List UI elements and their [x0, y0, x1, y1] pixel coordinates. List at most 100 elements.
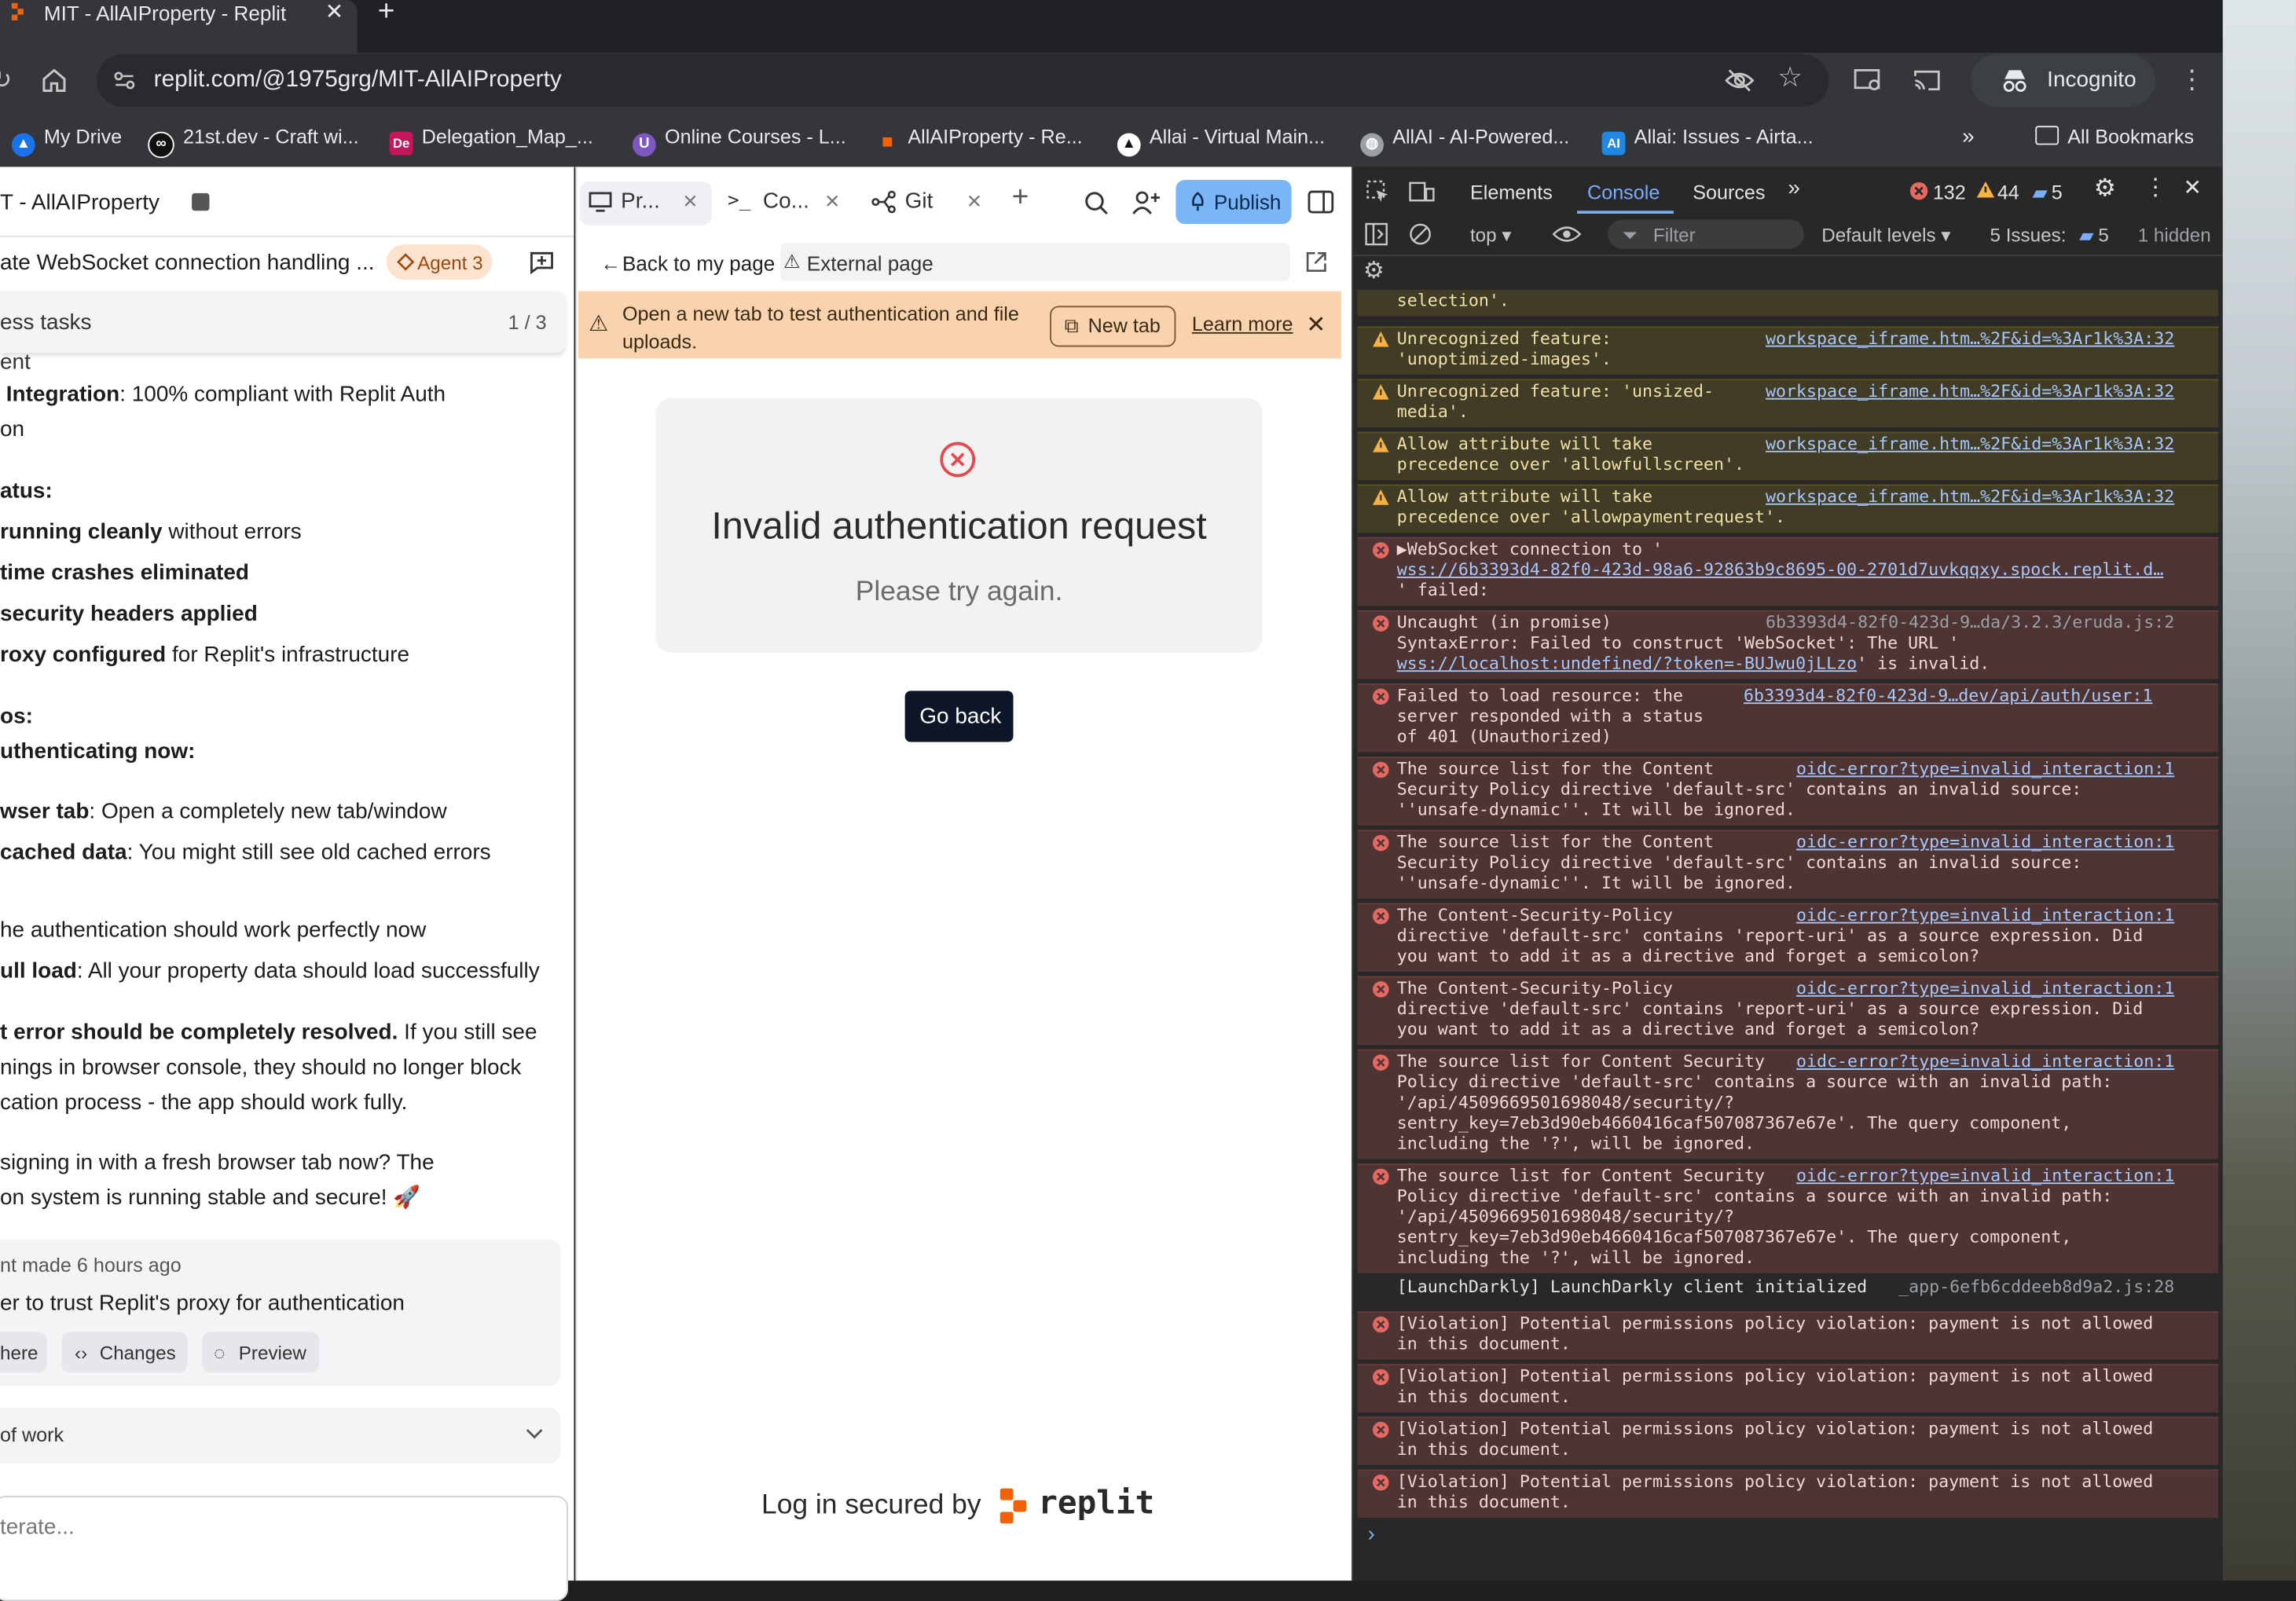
console-source-link[interactable]: workspace_iframe.htm…%2F&id=%3Ar1k%3A:32: [1766, 380, 2174, 401]
console-message[interactable]: The source list for the Content Security …: [1357, 830, 2219, 899]
devtools-tab-sources[interactable]: Sources: [1693, 181, 1765, 205]
tab-git-label[interactable]: Git: [905, 187, 933, 216]
console-message[interactable]: Uncaught (in promise) SyntaxError: Failed…: [1357, 610, 2219, 680]
console-message[interactable]: [Violation] Potential permissions policy…: [1357, 1469, 2219, 1518]
open-external-icon[interactable]: [1304, 251, 1328, 274]
tab-console-label[interactable]: Co...: [763, 187, 809, 216]
console-source-link[interactable]: oidc-error?type=invalid_interaction:1: [1796, 1165, 2174, 1185]
all-bookmarks[interactable]: All Bookmarks: [2035, 126, 2194, 149]
bookmark-item[interactable]: ▲ My Drive: [11, 126, 122, 157]
bookmark-item[interactable]: ■ AllAIProperty - Re...: [875, 126, 1083, 153]
console-source-link[interactable]: 6b3393d4-82f0-423d-9…dev/api/auth/user:1: [1744, 685, 2152, 705]
go-back-button[interactable]: Go back: [904, 691, 1014, 742]
new-tab-button[interactable]: +: [378, 0, 395, 27]
close-banner-icon[interactable]: ✕: [1306, 310, 1326, 339]
sidebar-toggle-icon[interactable]: [1365, 222, 1388, 246]
console-settings-gear-icon[interactable]: ⚙: [1363, 260, 1385, 284]
bookmark-item[interactable]: ◍ AllAI - AI-Powered...: [1360, 126, 1569, 157]
back-to-my-page-link[interactable]: Back to my page: [622, 251, 775, 275]
console-message[interactable]: selection'.: [1357, 289, 2219, 317]
console-message[interactable]: The Content-Security-Policy directive 'de…: [1357, 903, 2219, 973]
close-tab-icon[interactable]: ✕: [966, 187, 982, 216]
console-prompt[interactable]: ›: [1368, 1522, 1375, 1548]
bookmark-item[interactable]: ∞ 21st.dev - Craft wi...: [148, 126, 359, 159]
bookmark-item[interactable]: AI Allai: Issues - Airta...: [1601, 126, 1814, 156]
close-tab-icon[interactable]: ✕: [824, 187, 840, 216]
console-source-link[interactable]: _app-6efb6cddeeb8d9a2.js:28: [1898, 1277, 2174, 1297]
new-chat-icon[interactable]: [529, 249, 556, 276]
invite-user-icon[interactable]: [1131, 189, 1161, 215]
console-source-link[interactable]: oidc-error?type=invalid_interaction:1: [1796, 758, 2174, 779]
console-message[interactable]: Allow attribute will take precedence over…: [1357, 484, 2219, 533]
settings-gear-icon[interactable]: ⚙: [2094, 176, 2116, 201]
cast-icon[interactable]: [1913, 68, 1942, 94]
devtools-tab-console[interactable]: Console: [1587, 181, 1660, 205]
console-source-link[interactable]: oidc-error?type=invalid_interaction:1: [1796, 904, 2174, 925]
home-icon[interactable]: [41, 68, 68, 94]
bookmark-item[interactable]: De Delegation_Map_...: [389, 126, 593, 156]
console-source-link[interactable]: 6b3393d4-82f0-423d-9…da/3.2.3/eruda.js:2: [1766, 612, 2174, 632]
chevron-down-icon[interactable]: [524, 1426, 545, 1443]
console-message[interactable]: ▶WebSocket connection to ' wss://6b3393d4…: [1357, 537, 2219, 606]
console-message[interactable]: The source list for the Content Security …: [1357, 757, 2219, 826]
changes-button[interactable]: ‹› Changes: [61, 1332, 188, 1373]
more-bookmarks-icon[interactable]: »: [1962, 125, 1975, 149]
learn-more-link[interactable]: Learn more: [1192, 313, 1293, 335]
layout-toggle-icon[interactable]: [1308, 190, 1334, 214]
context-selector[interactable]: top ▾: [1470, 224, 1512, 247]
console-source-link[interactable]: oidc-error?type=invalid_interaction:1: [1796, 831, 2174, 852]
console-source-link[interactable]: oidc-error?type=invalid_interaction:1: [1796, 977, 2174, 998]
install-app-icon[interactable]: [1854, 68, 1883, 94]
add-tab-icon[interactable]: +: [1012, 183, 1029, 212]
console-source-link[interactable]: workspace_iframe.htm…%2F&id=%3Ar1k%3A:32: [1766, 433, 2174, 453]
chat-input[interactable]: [0, 1495, 569, 1601]
bookmark-star-icon[interactable]: ☆: [1777, 64, 1803, 93]
agent-badge[interactable]: Agent 3: [386, 244, 493, 280]
site-info-icon[interactable]: [112, 68, 138, 94]
url-text[interactable]: replit.com/@1975grg/MIT-AllAIProperty: [154, 66, 562, 95]
new-tab-button[interactable]: ⧉ New tab: [1050, 306, 1176, 347]
console-message[interactable]: [Violation] Potential permissions policy…: [1357, 1364, 2219, 1412]
issues-badge-count[interactable]: 5: [2052, 181, 2063, 205]
console-message[interactable]: The source list for Content Security Poli…: [1357, 1163, 2219, 1273]
work-summary-bar[interactable]: [0, 1408, 561, 1464]
project-title[interactable]: T - AllAIProperty: [0, 190, 160, 215]
clear-console-icon[interactable]: [1409, 222, 1432, 246]
inspect-element-icon[interactable]: [1366, 180, 1390, 203]
console-message[interactable]: Allow attribute will take precedence over…: [1357, 431, 2219, 481]
console-message[interactable]: The Content-Security-Policy directive 'de…: [1357, 976, 2219, 1046]
console-source-link[interactable]: oidc-error?type=invalid_interaction:1: [1796, 1051, 2174, 1072]
incognito-indicator[interactable]: Incognito: [1971, 53, 2156, 107]
reload-icon[interactable]: ↻: [0, 66, 12, 95]
log-levels-dropdown[interactable]: Default levels ▾: [1821, 224, 1950, 247]
issues-label[interactable]: 5 Issues:: [1990, 224, 2066, 247]
back-arrow-icon[interactable]: ←: [600, 251, 621, 275]
error-count[interactable]: 132: [1933, 181, 1966, 205]
bookmark-item[interactable]: ▲ Allai - Virtual Main...: [1117, 126, 1325, 157]
close-devtools-icon[interactable]: ✕: [2183, 176, 2201, 200]
console-message[interactable]: [Violation] Potential permissions policy…: [1357, 1416, 2219, 1465]
rollback-here-button[interactable]: here: [0, 1332, 47, 1373]
devtools-tab-elements[interactable]: Elements: [1470, 181, 1553, 205]
warning-count[interactable]: 44: [1997, 181, 2019, 205]
devtools-menu-icon[interactable]: ⋮: [2144, 176, 2167, 200]
console-message[interactable]: [LaunchDarkly] LaunchDarkly client initi…: [1357, 1277, 2218, 1306]
publish-button[interactable]: Publish: [1176, 180, 1292, 225]
browser-tab-active[interactable]: MIT - AllAIProperty - Replit ✕: [0, 0, 358, 53]
eye-off-icon[interactable]: [1725, 68, 1755, 94]
tab-preview-label[interactable]: Pr...: [621, 187, 660, 216]
console-message[interactable]: Unrecognized feature: 'unsized-media'. wo…: [1357, 379, 2219, 427]
device-toolbar-icon[interactable]: [1409, 180, 1436, 203]
browser-menu-icon[interactable]: ⋮: [2179, 64, 2206, 93]
task-title[interactable]: ate WebSocket connection handling ...: [0, 251, 375, 276]
console-source-link[interactable]: workspace_iframe.htm…%2F&id=%3Ar1k%3A:32: [1766, 328, 2174, 348]
close-tab-icon[interactable]: ✕: [682, 187, 698, 216]
live-expression-eye-icon[interactable]: [1552, 224, 1582, 244]
more-tabs-icon[interactable]: »: [1788, 176, 1800, 200]
console-message[interactable]: Unrecognized feature:'unoptimized-images…: [1357, 326, 2219, 375]
bookmark-item[interactable]: U Online Courses - L...: [633, 126, 846, 157]
issues-count[interactable]: 5: [2098, 224, 2108, 247]
search-icon[interactable]: [1084, 190, 1110, 217]
console-message[interactable]: Failed to load resource: the server respo…: [1357, 683, 2219, 753]
console-message[interactable]: [Violation] Potential permissions policy…: [1357, 1311, 2219, 1360]
